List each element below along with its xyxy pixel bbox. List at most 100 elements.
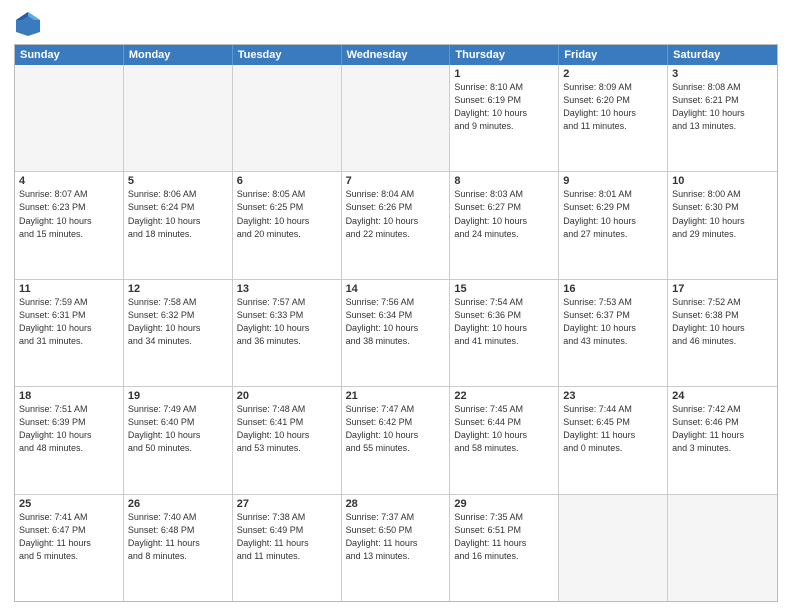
day-13: 13Sunrise: 7:57 AMSunset: 6:33 PMDayligh… — [233, 280, 342, 386]
day-info: Sunrise: 7:45 AMSunset: 6:44 PMDaylight:… — [454, 403, 554, 455]
day-number: 6 — [237, 175, 337, 187]
day-24: 24Sunrise: 7:42 AMSunset: 6:46 PMDayligh… — [668, 387, 777, 493]
day-empty — [124, 65, 233, 171]
day-number: 5 — [128, 175, 228, 187]
day-21: 21Sunrise: 7:47 AMSunset: 6:42 PMDayligh… — [342, 387, 451, 493]
day-info: Sunrise: 7:58 AMSunset: 6:32 PMDaylight:… — [128, 296, 228, 348]
day-info: Sunrise: 7:49 AMSunset: 6:40 PMDaylight:… — [128, 403, 228, 455]
day-info: Sunrise: 7:42 AMSunset: 6:46 PMDaylight:… — [672, 403, 773, 455]
day-number: 12 — [128, 283, 228, 295]
day-info: Sunrise: 8:00 AMSunset: 6:30 PMDaylight:… — [672, 188, 773, 240]
day-number: 7 — [346, 175, 446, 187]
header-cell-saturday: Saturday — [668, 45, 777, 65]
day-info: Sunrise: 7:40 AMSunset: 6:48 PMDaylight:… — [128, 511, 228, 563]
day-info: Sunrise: 8:07 AMSunset: 6:23 PMDaylight:… — [19, 188, 119, 240]
day-number: 28 — [346, 498, 446, 510]
day-6: 6Sunrise: 8:05 AMSunset: 6:25 PMDaylight… — [233, 172, 342, 278]
day-number: 3 — [672, 68, 773, 80]
calendar-header-row: SundayMondayTuesdayWednesdayThursdayFrid… — [15, 45, 777, 65]
day-info: Sunrise: 7:57 AMSunset: 6:33 PMDaylight:… — [237, 296, 337, 348]
day-info: Sunrise: 7:59 AMSunset: 6:31 PMDaylight:… — [19, 296, 119, 348]
day-info: Sunrise: 8:01 AMSunset: 6:29 PMDaylight:… — [563, 188, 663, 240]
header-cell-monday: Monday — [124, 45, 233, 65]
page: SundayMondayTuesdayWednesdayThursdayFrid… — [0, 0, 792, 612]
day-5: 5Sunrise: 8:06 AMSunset: 6:24 PMDaylight… — [124, 172, 233, 278]
header-cell-wednesday: Wednesday — [342, 45, 451, 65]
week-row-5: 25Sunrise: 7:41 AMSunset: 6:47 PMDayligh… — [15, 494, 777, 601]
day-info: Sunrise: 8:05 AMSunset: 6:25 PMDaylight:… — [237, 188, 337, 240]
day-number: 23 — [563, 390, 663, 402]
day-18: 18Sunrise: 7:51 AMSunset: 6:39 PMDayligh… — [15, 387, 124, 493]
day-number: 18 — [19, 390, 119, 402]
header-cell-tuesday: Tuesday — [233, 45, 342, 65]
day-info: Sunrise: 7:47 AMSunset: 6:42 PMDaylight:… — [346, 403, 446, 455]
day-number: 13 — [237, 283, 337, 295]
day-3: 3Sunrise: 8:08 AMSunset: 6:21 PMDaylight… — [668, 65, 777, 171]
day-23: 23Sunrise: 7:44 AMSunset: 6:45 PMDayligh… — [559, 387, 668, 493]
day-info: Sunrise: 7:35 AMSunset: 6:51 PMDaylight:… — [454, 511, 554, 563]
day-info: Sunrise: 7:51 AMSunset: 6:39 PMDaylight:… — [19, 403, 119, 455]
day-15: 15Sunrise: 7:54 AMSunset: 6:36 PMDayligh… — [450, 280, 559, 386]
day-info: Sunrise: 7:44 AMSunset: 6:45 PMDaylight:… — [563, 403, 663, 455]
day-info: Sunrise: 7:38 AMSunset: 6:49 PMDaylight:… — [237, 511, 337, 563]
day-empty — [233, 65, 342, 171]
day-number: 24 — [672, 390, 773, 402]
day-29: 29Sunrise: 7:35 AMSunset: 6:51 PMDayligh… — [450, 495, 559, 601]
day-info: Sunrise: 7:41 AMSunset: 6:47 PMDaylight:… — [19, 511, 119, 563]
header — [14, 10, 778, 38]
day-number: 25 — [19, 498, 119, 510]
day-empty — [668, 495, 777, 601]
day-info: Sunrise: 7:54 AMSunset: 6:36 PMDaylight:… — [454, 296, 554, 348]
day-number: 16 — [563, 283, 663, 295]
day-empty — [559, 495, 668, 601]
day-17: 17Sunrise: 7:52 AMSunset: 6:38 PMDayligh… — [668, 280, 777, 386]
day-empty — [342, 65, 451, 171]
logo-icon — [14, 10, 42, 38]
day-empty — [15, 65, 124, 171]
day-22: 22Sunrise: 7:45 AMSunset: 6:44 PMDayligh… — [450, 387, 559, 493]
header-cell-thursday: Thursday — [450, 45, 559, 65]
day-10: 10Sunrise: 8:00 AMSunset: 6:30 PMDayligh… — [668, 172, 777, 278]
day-11: 11Sunrise: 7:59 AMSunset: 6:31 PMDayligh… — [15, 280, 124, 386]
day-19: 19Sunrise: 7:49 AMSunset: 6:40 PMDayligh… — [124, 387, 233, 493]
day-number: 19 — [128, 390, 228, 402]
day-28: 28Sunrise: 7:37 AMSunset: 6:50 PMDayligh… — [342, 495, 451, 601]
day-number: 11 — [19, 283, 119, 295]
day-8: 8Sunrise: 8:03 AMSunset: 6:27 PMDaylight… — [450, 172, 559, 278]
day-number: 21 — [346, 390, 446, 402]
day-number: 20 — [237, 390, 337, 402]
day-number: 29 — [454, 498, 554, 510]
day-27: 27Sunrise: 7:38 AMSunset: 6:49 PMDayligh… — [233, 495, 342, 601]
day-number: 22 — [454, 390, 554, 402]
calendar-body: 1Sunrise: 8:10 AMSunset: 6:19 PMDaylight… — [15, 65, 777, 601]
day-1: 1Sunrise: 8:10 AMSunset: 6:19 PMDaylight… — [450, 65, 559, 171]
day-2: 2Sunrise: 8:09 AMSunset: 6:20 PMDaylight… — [559, 65, 668, 171]
day-9: 9Sunrise: 8:01 AMSunset: 6:29 PMDaylight… — [559, 172, 668, 278]
day-number: 15 — [454, 283, 554, 295]
week-row-4: 18Sunrise: 7:51 AMSunset: 6:39 PMDayligh… — [15, 386, 777, 493]
day-number: 17 — [672, 283, 773, 295]
day-info: Sunrise: 8:10 AMSunset: 6:19 PMDaylight:… — [454, 81, 554, 133]
day-number: 14 — [346, 283, 446, 295]
day-25: 25Sunrise: 7:41 AMSunset: 6:47 PMDayligh… — [15, 495, 124, 601]
day-number: 1 — [454, 68, 554, 80]
day-number: 4 — [19, 175, 119, 187]
day-info: Sunrise: 8:03 AMSunset: 6:27 PMDaylight:… — [454, 188, 554, 240]
day-info: Sunrise: 8:04 AMSunset: 6:26 PMDaylight:… — [346, 188, 446, 240]
header-cell-friday: Friday — [559, 45, 668, 65]
day-12: 12Sunrise: 7:58 AMSunset: 6:32 PMDayligh… — [124, 280, 233, 386]
week-row-3: 11Sunrise: 7:59 AMSunset: 6:31 PMDayligh… — [15, 279, 777, 386]
day-info: Sunrise: 7:56 AMSunset: 6:34 PMDaylight:… — [346, 296, 446, 348]
day-16: 16Sunrise: 7:53 AMSunset: 6:37 PMDayligh… — [559, 280, 668, 386]
day-20: 20Sunrise: 7:48 AMSunset: 6:41 PMDayligh… — [233, 387, 342, 493]
day-info: Sunrise: 7:52 AMSunset: 6:38 PMDaylight:… — [672, 296, 773, 348]
day-number: 26 — [128, 498, 228, 510]
day-info: Sunrise: 8:08 AMSunset: 6:21 PMDaylight:… — [672, 81, 773, 133]
day-7: 7Sunrise: 8:04 AMSunset: 6:26 PMDaylight… — [342, 172, 451, 278]
day-number: 2 — [563, 68, 663, 80]
day-info: Sunrise: 7:48 AMSunset: 6:41 PMDaylight:… — [237, 403, 337, 455]
logo — [14, 10, 46, 38]
day-number: 10 — [672, 175, 773, 187]
day-26: 26Sunrise: 7:40 AMSunset: 6:48 PMDayligh… — [124, 495, 233, 601]
week-row-1: 1Sunrise: 8:10 AMSunset: 6:19 PMDaylight… — [15, 65, 777, 171]
